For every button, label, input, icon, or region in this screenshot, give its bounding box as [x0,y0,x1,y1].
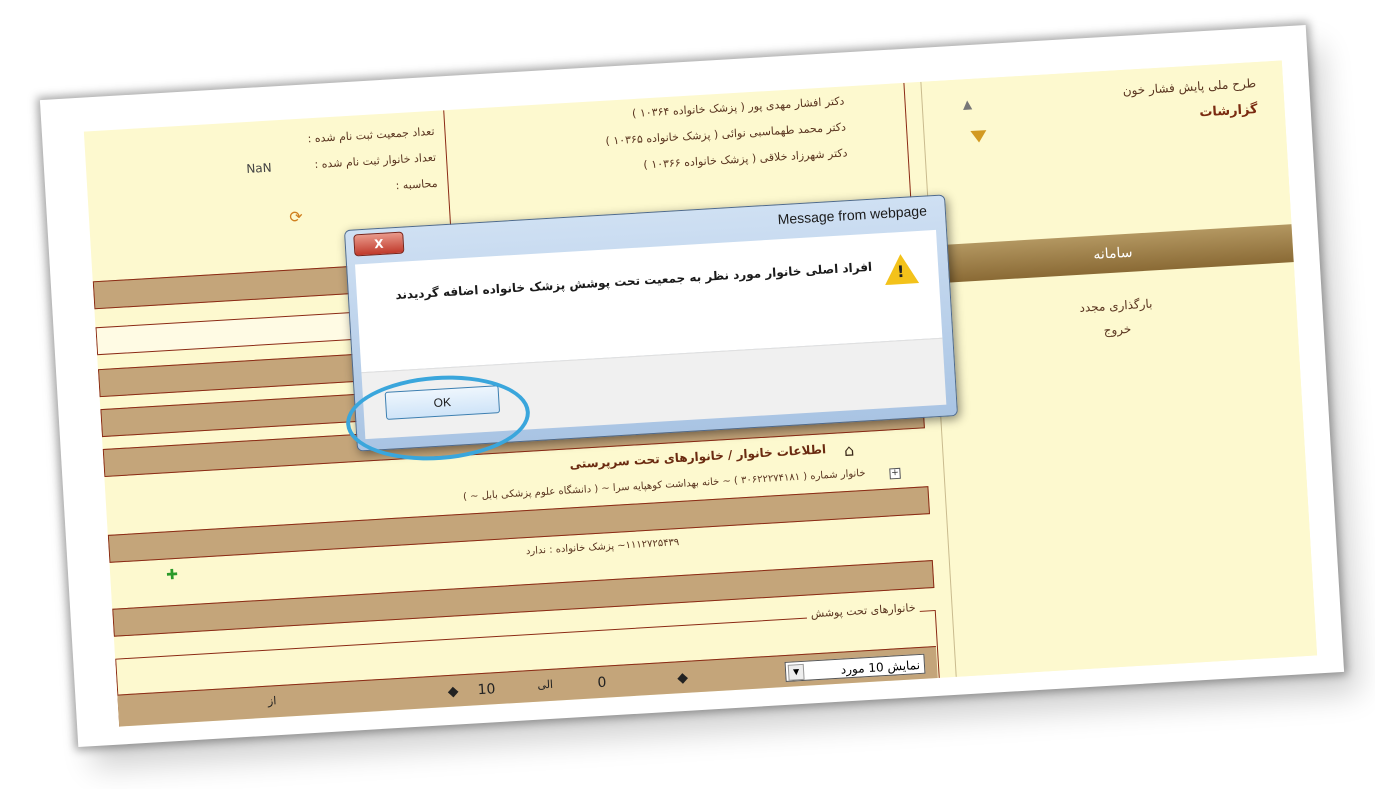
page-size-value: نمایش 10 مورد [840,657,921,677]
from-value: 0 [596,674,607,692]
to-value: 10 [477,681,496,699]
warning-mark-icon: ! [896,261,905,282]
doctor-item[interactable]: دکتر محمد طهماسبی نوائی ( پزشک خانواده ۱… [605,120,846,147]
doctor-item[interactable]: دکتر افشار مهدی پور ( پزشک خانواده ۱۰۳۶۴… [632,94,845,120]
family-detail: ۱۱۱۲۷۲۵۴۳۹~ پزشک خانواده : ندارد [525,537,680,558]
system-header-label: سامانه [1092,244,1133,263]
refresh-icon[interactable]: ⟳ [289,207,304,227]
calc-label: محاسبه : [395,176,438,193]
system-header: سامانه [931,224,1295,284]
population-value: NaN [245,160,273,177]
page-size-select[interactable]: نمایش 10 مورد ▼ [784,653,926,682]
population-label: تعداد جمعیت ثبت نام شده : [307,124,435,146]
families-label: تعداد خانوار ثبت نام شده : [314,150,437,171]
dialog-title: Message from webpage [777,202,928,228]
to-label: الی [537,677,554,692]
chevron-down-icon[interactable]: ▼ [787,663,805,681]
add-icon[interactable]: ✚ [166,567,179,584]
arrow-up-icon[interactable]: ▲ [962,97,972,112]
reports-link[interactable]: گزارشات [1199,102,1258,120]
of-label: از [267,694,277,708]
close-button[interactable]: X [353,231,405,257]
expand-icon[interactable]: + [889,467,901,480]
arrow-down-icon[interactable] [970,130,988,144]
app-title: طرح ملی پایش فشار خون [1122,76,1257,98]
next-icon[interactable]: ◆ [677,670,689,687]
sidebar: طرح ملی پایش فشار خون گزارشات ▲ سامانه ب… [920,60,1318,677]
prev-icon[interactable]: ◆ [447,683,459,700]
doctor-item[interactable]: دکتر شهرزاد خلاقی ( پزشک خانواده ۱۰۳۶۶ ) [643,146,848,171]
dialog-message: افراد اصلی خانوار مورد نظر به جمعیت تحت … [395,259,873,303]
home-icon[interactable]: ⌂ [844,441,855,461]
